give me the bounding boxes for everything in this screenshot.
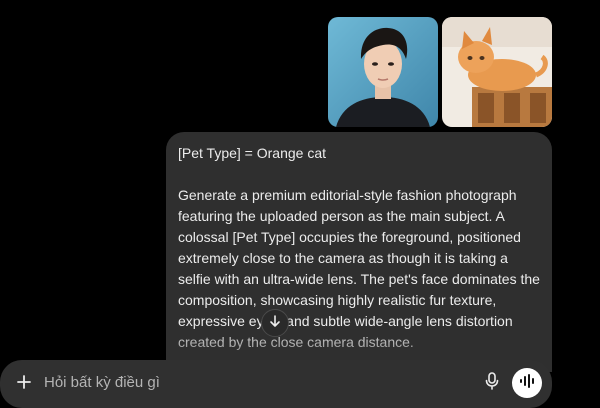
person-photo-thumbnail[interactable] (328, 17, 438, 127)
add-attachment-button[interactable] (14, 374, 34, 394)
orange-cat-photo-thumbnail[interactable] (442, 17, 552, 127)
arrow-down-icon (268, 314, 282, 333)
voice-mode-button[interactable] (512, 368, 542, 398)
microphone-icon (485, 371, 499, 395)
message-first-line: [Pet Type] = Orange cat (178, 145, 326, 161)
message-body: Generate a premium editorial-style fashi… (178, 187, 540, 350)
scroll-to-bottom-button[interactable] (261, 309, 289, 337)
dictate-button[interactable] (483, 371, 501, 395)
cat-photo-image (442, 17, 552, 127)
person-photo-image (328, 17, 438, 127)
message-composer (0, 360, 552, 408)
voice-waveform-icon (519, 373, 535, 393)
plus-icon (16, 374, 32, 395)
user-message-bubble: [Pet Type] = Orange cat Generate a premi… (166, 132, 552, 372)
prompt-input[interactable] (44, 370, 444, 394)
